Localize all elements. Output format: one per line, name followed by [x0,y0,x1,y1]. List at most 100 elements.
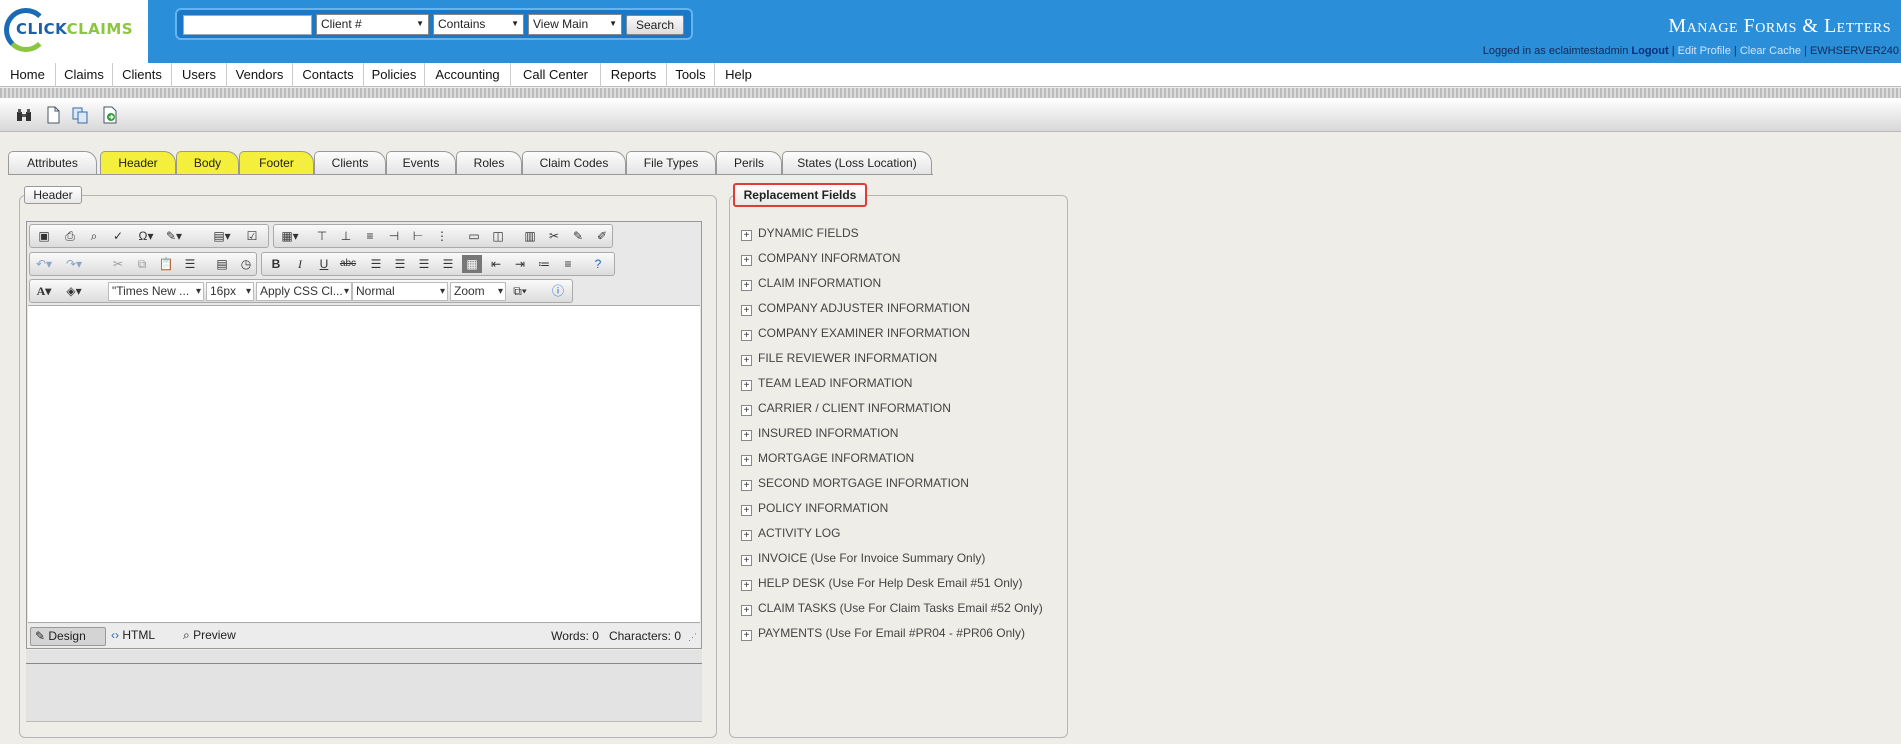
tree-item-company-information[interactable]: + COMPANY INFORMATON [741,249,900,267]
paste-icon[interactable]: 📋 [156,255,176,273]
format-stripper-icon[interactable]: ✎▾ [164,227,184,245]
cut-cell-icon[interactable]: ✂ [544,227,564,245]
tree-item-carrier-client-information[interactable]: + CARRIER / CLIENT INFORMATION [741,399,951,417]
strikethrough-icon[interactable]: abc [338,255,358,273]
tab-header[interactable]: Header [100,151,176,174]
special-character-icon[interactable]: Ω▾ [136,227,156,245]
search-operator-select[interactable]: Contains [433,14,524,35]
split-column-icon[interactable]: ▥ [520,227,540,245]
find-icon[interactable]: ⌕ [84,227,104,245]
tree-item-activity-log[interactable]: + ACTIVITY LOG [741,524,840,542]
undo-icon[interactable]: ↶▾ [34,255,54,273]
insert-column-left-icon[interactable]: ⊣ [384,227,404,245]
tree-item-invoice[interactable]: + INVOICE (Use For Invoice Summary Only) [741,549,985,567]
insert-table-icon[interactable]: ▦▾ [280,227,300,245]
bullet-list-icon[interactable]: ≡ [558,255,578,273]
cell-properties-icon[interactable]: ✐ [592,227,612,245]
nav-help[interactable]: Help [715,63,762,87]
logout-link[interactable]: Logout [1631,45,1668,57]
tree-item-mortgage-information[interactable]: + MORTGAGE INFORMATION [741,449,914,467]
tab-claim-codes[interactable]: Claim Codes [522,151,626,174]
align-right-icon[interactable]: ☰ [414,255,434,273]
insert-snippet-icon[interactable]: ⧉▾ [510,282,530,300]
expand-icon[interactable]: + [741,355,752,366]
nav-reports[interactable]: Reports [601,63,667,87]
expand-icon[interactable]: + [741,280,752,291]
tab-file-types[interactable]: File Types [626,151,716,174]
highlight-color-icon[interactable]: ◈▾ [64,282,84,300]
paragraph-style-select[interactable]: Normal [352,282,448,301]
insert-image-icon[interactable]: ▣ [34,227,54,245]
nav-accounting[interactable]: Accounting [425,63,511,87]
edit-profile-link[interactable]: Edit Profile [1678,45,1731,57]
expand-icon[interactable]: + [741,505,752,516]
align-center-icon[interactable]: ☰ [390,255,410,273]
delete-column-icon[interactable]: ⋮ [432,227,452,245]
expand-icon[interactable]: + [741,480,752,491]
export-document-icon[interactable] [101,106,119,124]
tab-perils[interactable]: Perils [716,151,782,174]
nav-contacts[interactable]: Contacts [293,63,364,87]
nav-policies[interactable]: Policies [364,63,425,87]
expand-icon[interactable]: + [741,630,752,641]
merge-cells-icon[interactable]: ▭ [464,227,484,245]
insert-row-below-icon[interactable]: ⊥ [336,227,356,245]
expand-icon[interactable]: + [741,330,752,341]
tree-item-second-mortgage-information[interactable]: + SECOND MORTGAGE INFORMATION [741,474,969,492]
table-properties-icon[interactable]: ✎ [568,227,588,245]
numbered-list-icon[interactable]: ≔ [534,255,554,273]
outdent-icon[interactable]: ⇤ [486,255,506,273]
tab-events[interactable]: Events [386,151,456,174]
insert-row-above-icon[interactable]: ⊤ [312,227,332,245]
expand-icon[interactable]: + [741,580,752,591]
tree-item-file-reviewer-information[interactable]: + FILE REVIEWER INFORMATION [741,349,937,367]
tree-item-payments[interactable]: + PAYMENTS (Use For Email #PR04 - #PR06 O… [741,624,1025,642]
split-cell-icon[interactable]: ◫ [488,227,508,245]
tree-item-team-lead-information[interactable]: + TEAM LEAD INFORMATION [741,374,912,392]
search-field-select[interactable]: Client # [316,14,429,35]
font-family-select[interactable]: "Times New ... [108,282,204,301]
indent-icon[interactable]: ⇥ [510,255,530,273]
delete-row-icon[interactable]: ≡ [360,227,380,245]
html-mode-button[interactable]: ‹› HTML [107,627,169,646]
expand-icon[interactable]: + [741,230,752,241]
tree-item-dynamic-fields[interactable]: + DYNAMIC FIELDS [741,224,859,242]
tree-item-policy-information[interactable]: + POLICY INFORMATION [741,499,888,517]
font-size-select[interactable]: 16px [206,282,254,301]
preview-mode-button[interactable]: ⌕ Preview [179,627,255,646]
expand-icon[interactable]: + [741,405,752,416]
paste-options-icon[interactable]: ☰ [180,255,200,273]
underline-icon[interactable]: U [314,255,334,273]
tree-item-company-adjuster-information[interactable]: + COMPANY ADJUSTER INFORMATION [741,299,970,317]
redo-icon[interactable]: ↷▾ [64,255,84,273]
tree-item-claim-tasks[interactable]: + CLAIM TASKS (Use For Claim Tasks Email … [741,599,1043,617]
tab-states-loss-location[interactable]: States (Loss Location) [782,151,932,174]
expand-icon[interactable]: + [741,255,752,266]
cut-icon[interactable]: ✂ [108,255,128,273]
search-input[interactable] [183,15,312,35]
editor-content-area[interactable] [28,305,700,623]
nav-tools[interactable]: Tools [667,63,715,87]
insert-time-icon[interactable]: ◷ [236,255,256,273]
tab-footer[interactable]: Footer [239,151,314,174]
tab-clients[interactable]: Clients [314,151,386,174]
checkbox-icon[interactable]: ☑ [242,227,262,245]
about-icon[interactable]: ⓘ [548,282,568,300]
insert-date-icon[interactable]: ▤ [212,255,232,273]
tree-item-help-desk[interactable]: + HELP DESK (Use For Help Desk Email #51 … [741,574,1023,592]
css-class-select[interactable]: Apply CSS Cl... [256,282,352,301]
zoom-select[interactable]: Zoom [450,282,506,301]
nav-clients[interactable]: Clients [113,63,172,87]
search-button[interactable]: Search [626,15,684,35]
nav-vendors[interactable]: Vendors [227,63,293,87]
font-color-icon[interactable]: A▾ [34,282,54,300]
no-align-icon[interactable]: ▦ [462,255,482,273]
design-mode-button[interactable]: ✎ Design [30,627,106,646]
copy-document-icon[interactable] [71,106,89,124]
expand-icon[interactable]: + [741,305,752,316]
italic-icon[interactable]: I [290,255,310,273]
help-icon[interactable]: ? [588,255,608,273]
nav-users[interactable]: Users [172,63,227,87]
spellcheck-icon[interactable]: ✓ [108,227,128,245]
resize-grip-icon[interactable]: ⋰ [688,632,697,643]
